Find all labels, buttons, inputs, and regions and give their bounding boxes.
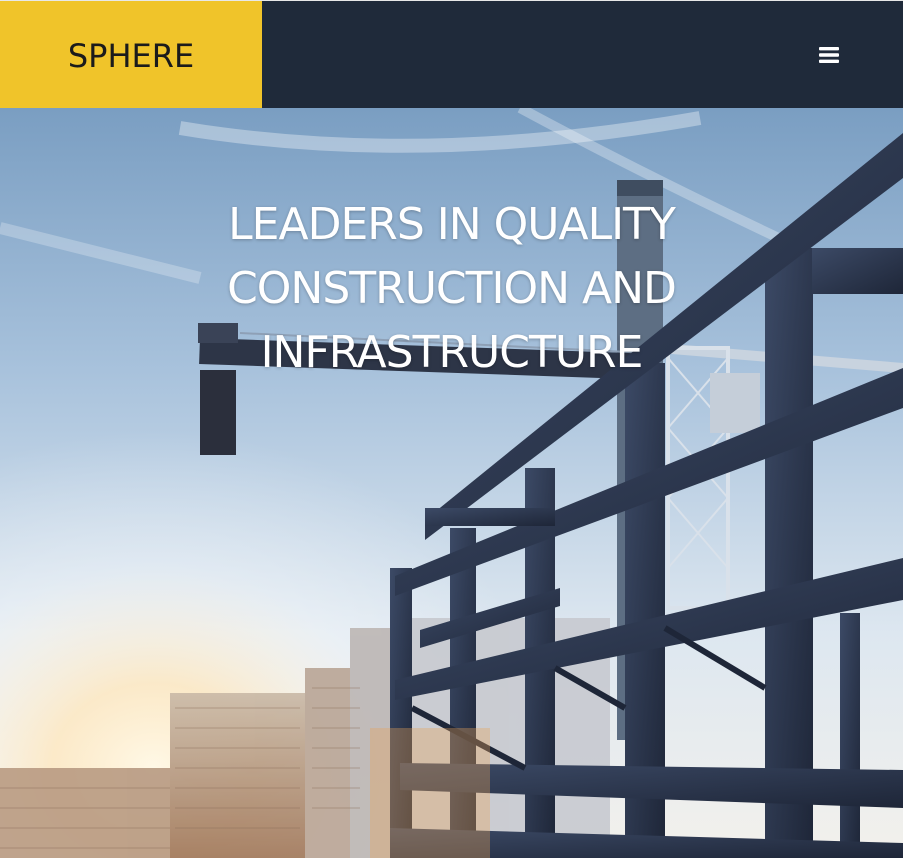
logo[interactable]: SPHERE [0, 1, 262, 108]
hero-title: LEADERS IN QUALITY CONSTRUCTION AND INFR… [227, 199, 677, 378]
menu-button[interactable] [810, 37, 848, 73]
page: SPHERE LEADERS IN QUALITY CONSTRUCTION A… [0, 0, 903, 858]
hamburger-menu-icon [819, 47, 839, 63]
hero-section: LEADERS IN QUALITY CONSTRUCTION AND INFR… [0, 108, 903, 858]
logo-text: SPHERE [67, 36, 195, 75]
site-header: SPHERE [0, 0, 903, 108]
